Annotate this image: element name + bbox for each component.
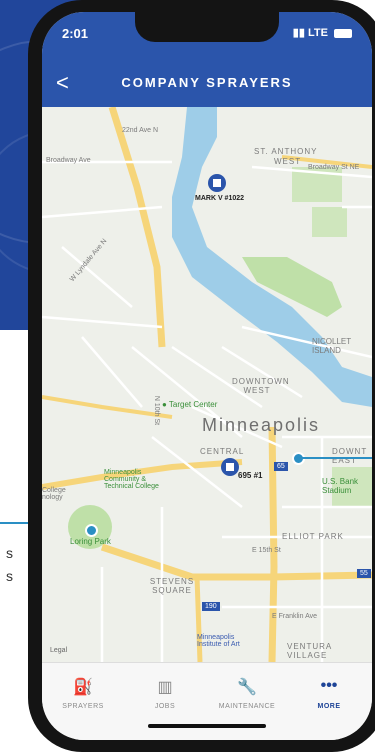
- tab-sprayers[interactable]: ⛽ SPRAYERS: [42, 677, 124, 710]
- map-label: ST. ANTHONY: [254, 147, 318, 156]
- map-label: E 15th St: [252, 547, 281, 554]
- tab-label: MAINTENANCE: [218, 703, 276, 710]
- loring-label: Loring Park: [70, 537, 111, 546]
- tab-label: JOBS: [154, 703, 176, 710]
- building-icon: ▥: [157, 679, 173, 696]
- side-text-2: s: [6, 568, 13, 584]
- map-label: NICOLLET ISLAND: [312, 337, 351, 355]
- status-indicators: ▮▮ LTE: [293, 26, 352, 39]
- sprayer-name: MARK V #1022: [195, 195, 245, 202]
- tab-more[interactable]: ••• MORE: [288, 677, 370, 710]
- sprayer-icon: ⛽: [73, 679, 93, 696]
- map-label: DOWNT EAST: [332, 447, 368, 465]
- legal-link[interactable]: Legal: [50, 647, 67, 654]
- map-view[interactable]: 22nd Ave N Broadway Ave ST. ANTHONY WEST…: [42, 107, 372, 662]
- phone-frame: 2:01 ▮▮ LTE < COMPANY SPRAYERS 22nd Ave …: [28, 0, 375, 752]
- tab-label: SPRAYERS: [62, 703, 104, 710]
- us-bank-label: U.S. Bank Stadium: [322, 477, 359, 495]
- sprayer-name: 695 #1: [238, 471, 263, 480]
- highway-shield-55: 55: [357, 569, 371, 578]
- home-indicator: [148, 724, 266, 728]
- phone-screen: 2:01 ▮▮ LTE < COMPANY SPRAYERS 22nd Ave …: [42, 12, 372, 740]
- callout-line-right: [302, 457, 372, 459]
- map-label: CENTRAL: [200, 447, 245, 456]
- sprayer-pin-icon: [221, 458, 239, 476]
- map-label: STEVENS SQUARE: [149, 577, 195, 595]
- map-label: N 10th St: [153, 395, 161, 426]
- city-label: Minneapolis: [202, 415, 321, 435]
- map-label: College nology: [42, 487, 66, 501]
- mia-label: Minneapolis Institute of Art: [197, 634, 240, 648]
- more-icon: •••: [320, 677, 338, 694]
- tab-label: MORE: [317, 703, 341, 710]
- highway-shield-65: 65: [274, 462, 288, 471]
- map-label: DOWNTOWN WEST: [232, 377, 290, 395]
- map-label: 22nd Ave N: [122, 127, 159, 134]
- battery-icon: [334, 28, 352, 38]
- map-label: Broadway St NE: [308, 164, 360, 171]
- sprayer-pin-icon: [208, 174, 226, 192]
- target-center-label: ● Target Center: [162, 400, 218, 409]
- highway-shield-190: 190: [202, 602, 220, 611]
- map-label: ELLIOT PARK: [282, 532, 344, 541]
- park-area: [312, 207, 347, 237]
- map-label: E Franklin Ave: [272, 613, 318, 620]
- status-time: 2:01: [62, 26, 89, 41]
- callout-dot: [85, 524, 98, 537]
- network-label: LTE: [307, 27, 328, 39]
- tab-jobs[interactable]: ▥ JOBS: [124, 677, 206, 710]
- signal-icon: ▮▮: [292, 27, 305, 39]
- page-title: COMPANY SPRAYERS: [121, 75, 293, 90]
- map-label: WEST: [274, 157, 302, 166]
- wrench-icon: 🔧: [237, 679, 257, 696]
- tab-bar: ⛽ SPRAYERS ▥ JOBS 🔧 MAINTENANCE ••• MORE: [42, 662, 372, 740]
- venue-icon: ●: [162, 400, 167, 409]
- map-label: VENTURA VILLAGE: [287, 642, 332, 660]
- map-label: Broadway Ave: [46, 157, 91, 164]
- mctc-label: Minneapolis Community & Technical Colleg…: [104, 469, 159, 490]
- side-text-1: s: [6, 545, 13, 561]
- notch: [135, 12, 279, 42]
- tab-maintenance[interactable]: 🔧 MAINTENANCE: [206, 677, 288, 710]
